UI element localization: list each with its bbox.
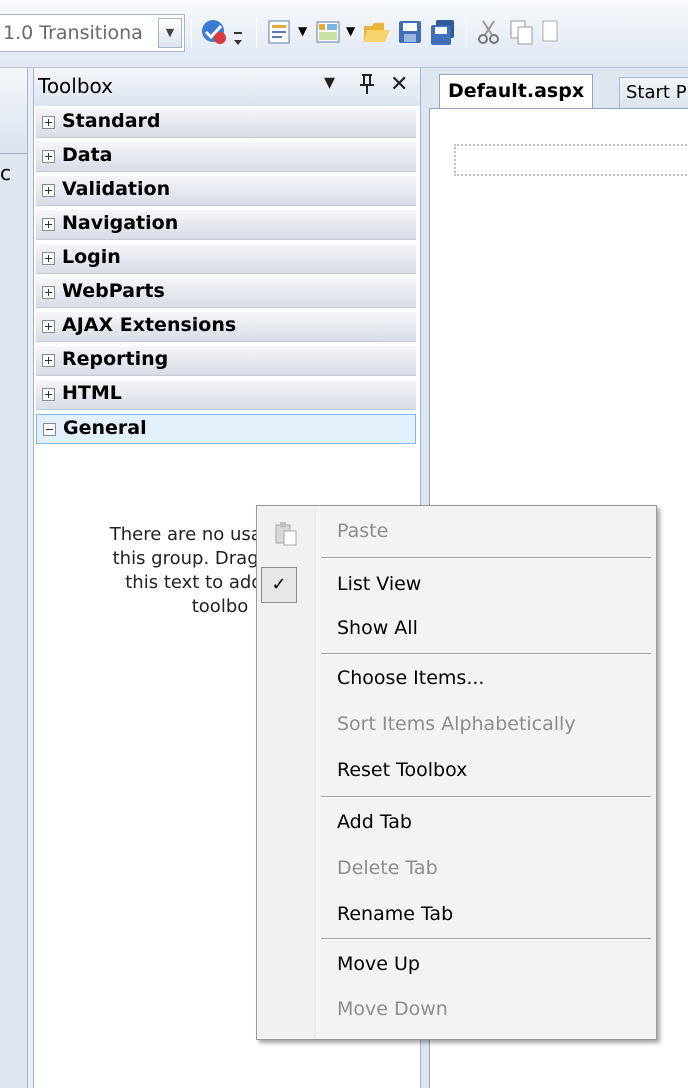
expand-icon[interactable] (42, 252, 55, 265)
menu-item-label: Move Down (337, 998, 448, 1020)
expand-icon[interactable] (42, 354, 55, 367)
left-panel-header (0, 68, 27, 154)
toolbox-group-login[interactable]: Login (36, 244, 416, 274)
menu-item-reset-toolbox[interactable]: Reset Toolbox (257, 750, 656, 794)
document-tabstrip: Start P Default.aspx (421, 68, 688, 108)
window-position-dropdown-icon[interactable]: ▾ (324, 70, 335, 95)
save-icon[interactable] (396, 18, 424, 50)
paste-icon (273, 521, 299, 551)
menu-item-label: Rename Tab (337, 903, 454, 925)
overflow-icon[interactable] (232, 26, 244, 52)
group-label: AJAX Extensions (62, 314, 237, 336)
doctype-combo[interactable]: 1.0 Transitiona ▼ (0, 14, 185, 52)
expand-icon[interactable] (42, 388, 55, 401)
menu-item-choose-items[interactable]: Choose Items... (257, 658, 656, 702)
expand-icon[interactable] (42, 286, 55, 299)
toolbox-group-webparts[interactable]: WebParts (36, 278, 416, 308)
toolbar-separator (256, 18, 257, 48)
group-label: General (63, 417, 147, 439)
menu-item-move-down[interactable]: Move Down (257, 989, 656, 1033)
menu-item-sort-items-alphabetically[interactable]: Sort Items Alphabetically (257, 704, 656, 748)
menu-item-label: Sort Items Alphabetically (337, 713, 576, 735)
menu-separator (321, 938, 651, 940)
menu-item-paste[interactable]: Paste (257, 511, 656, 555)
paste-icon[interactable] (540, 18, 560, 50)
group-label: Login (62, 246, 121, 268)
standard-toolbar: 1.0 Transitiona ▼ ▼ ▼ (0, 0, 688, 68)
toolbox-group-list: Standard Data Validation Navigation Logi… (36, 108, 416, 448)
new-project-icon[interactable] (266, 18, 296, 50)
menu-item-show-all[interactable]: Show All (257, 608, 656, 652)
expand-icon[interactable] (42, 116, 55, 129)
toolbox-header: Toolbox ▾ ✕ (34, 68, 420, 106)
toolbox-group-standard[interactable]: Standard (36, 108, 416, 138)
toolbox-context-menu: Paste ✓ List View Show All Choose Items.… (256, 505, 657, 1040)
group-label: Validation (62, 178, 171, 200)
expand-icon[interactable] (42, 150, 55, 163)
menu-item-label: Paste (337, 520, 389, 542)
menu-item-label: Show All (337, 617, 418, 639)
group-label: WebParts (62, 280, 165, 302)
menu-item-label: Add Tab (337, 811, 412, 833)
left-panel-text: c (0, 161, 11, 185)
toolbox-title: Toolbox (38, 74, 113, 98)
menu-separator (321, 796, 651, 798)
group-label: Navigation (62, 212, 179, 234)
toolbar-separator (466, 18, 467, 48)
open-file-icon[interactable] (362, 18, 392, 50)
toolbar-separator (191, 18, 192, 48)
form-placeholder[interactable] (454, 144, 688, 176)
menu-item-list-view[interactable]: ✓ List View (257, 564, 656, 608)
collapse-icon[interactable] (43, 423, 56, 436)
menu-separator (321, 557, 651, 559)
add-item-icon[interactable] (314, 18, 344, 50)
group-label: Reporting (62, 348, 169, 370)
menu-item-label: Delete Tab (337, 857, 438, 879)
menu-item-delete-tab[interactable]: Delete Tab (257, 848, 656, 892)
toolbox-group-data[interactable]: Data (36, 142, 416, 172)
toolbox-group-navigation[interactable]: Navigation (36, 210, 416, 240)
tab-start-page[interactable]: Start P (619, 77, 688, 108)
menu-item-move-up[interactable]: Move Up (257, 944, 656, 988)
toolbox-group-reporting[interactable]: Reporting (36, 346, 416, 376)
chevron-down-icon[interactable]: ▼ (158, 18, 182, 48)
dropdown-arrow-icon[interactable]: ▼ (346, 24, 355, 38)
tab-default-aspx[interactable]: Default.aspx (439, 74, 594, 108)
group-label: Standard (62, 110, 161, 132)
expand-icon[interactable] (42, 184, 55, 197)
browser-target-icon[interactable] (200, 18, 228, 50)
left-panel-edge: c (0, 68, 28, 1088)
expand-icon[interactable] (42, 320, 55, 333)
dropdown-arrow-icon[interactable]: ▼ (298, 24, 307, 38)
toolbox-group-ajax-extensions[interactable]: AJAX Extensions (36, 312, 416, 342)
menu-item-add-tab[interactable]: Add Tab (257, 802, 656, 846)
expand-icon[interactable] (42, 218, 55, 231)
toolbox-group-validation[interactable]: Validation (36, 176, 416, 206)
checkmark-icon: ✓ (261, 567, 297, 603)
group-label: Data (62, 144, 113, 166)
menu-separator (321, 653, 651, 655)
group-label: HTML (62, 382, 122, 404)
save-all-icon[interactable] (428, 18, 458, 50)
cut-icon[interactable] (476, 18, 502, 50)
copy-icon[interactable] (508, 18, 536, 50)
menu-item-label: Move Up (337, 953, 420, 975)
toolbox-group-general[interactable]: General (36, 414, 416, 444)
menu-item-label: Choose Items... (337, 667, 485, 689)
close-icon[interactable]: ✕ (390, 72, 408, 97)
doctype-combo-value: 1.0 Transitiona (3, 22, 143, 44)
menu-item-label: Reset Toolbox (337, 759, 468, 781)
menu-item-label: List View (337, 573, 422, 595)
pin-icon[interactable] (357, 72, 377, 102)
toolbox-group-html[interactable]: HTML (36, 380, 416, 410)
menu-item-rename-tab[interactable]: Rename Tab (257, 894, 656, 938)
